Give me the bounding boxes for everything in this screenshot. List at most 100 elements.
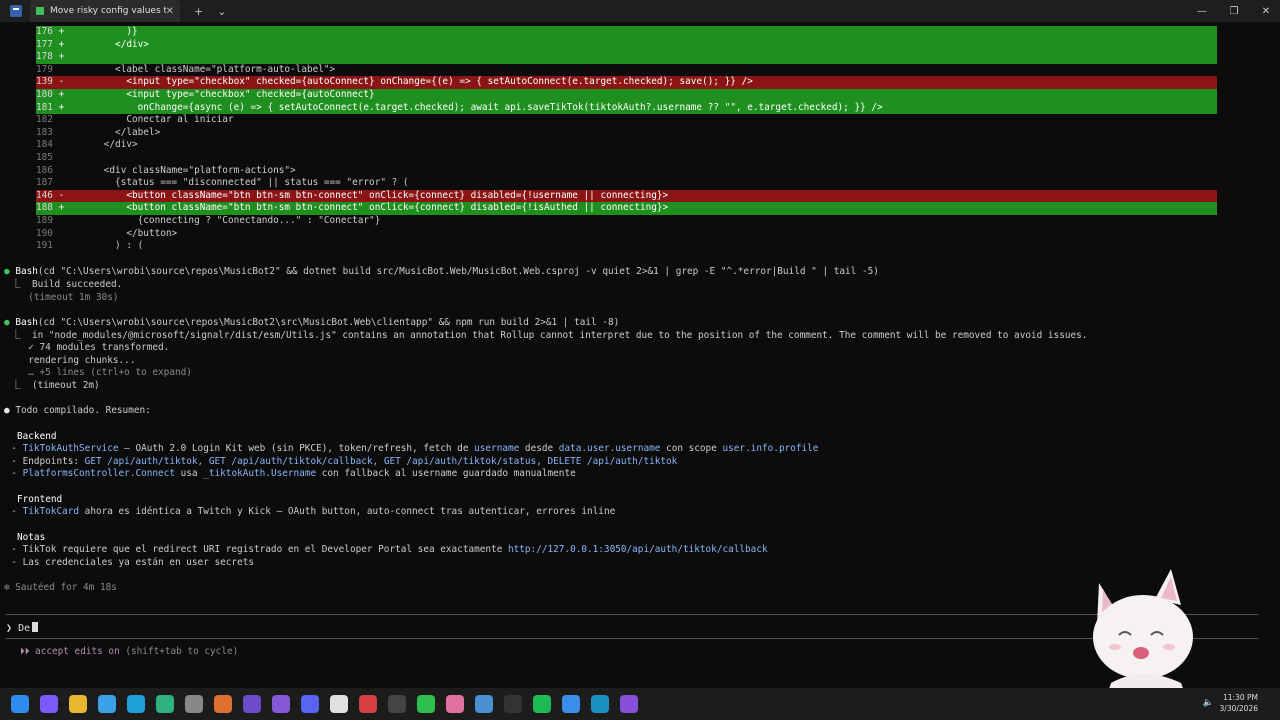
diff-marker <box>59 240 65 251</box>
code-ref: user.info.profile <box>722 443 819 454</box>
text-cursor <box>32 622 39 632</box>
settings-icon[interactable] <box>185 695 203 713</box>
diff-line-context: 184 </div> <box>36 139 1280 152</box>
divider <box>6 638 1258 639</box>
url-link[interactable]: http://127.0.0.1:3050/api/auth/tiktok/ca… <box>508 544 768 555</box>
diff-marker: + <box>58 89 65 100</box>
edge-beta-icon[interactable] <box>591 695 609 713</box>
notion-icon[interactable] <box>330 695 348 713</box>
diff-marker: + <box>58 26 65 37</box>
diff-line-context: 179 <label className="platform-auto-labe… <box>36 64 1280 77</box>
code-app-icon[interactable] <box>243 695 261 713</box>
system-clock[interactable]: 11:30 PM 3/30/2026 <box>1220 692 1258 714</box>
line-number: 182 <box>36 114 53 126</box>
diff-marker: - <box>58 76 65 88</box>
list-prefix: - <box>0 443 23 454</box>
diff-line-context: 183 </label> <box>36 127 1280 140</box>
line-number: 178 <box>36 51 53 63</box>
tab-active[interactable]: Move risky config values t ✕ <box>30 0 180 22</box>
close-window-button[interactable]: ✕ <box>1250 0 1280 22</box>
windows-start-icon[interactable] <box>11 695 29 713</box>
diff-line-context: 190 </button> <box>36 228 1280 241</box>
tab-status-icon <box>36 7 44 15</box>
spotify-icon[interactable] <box>533 695 551 713</box>
code-text: </label> <box>69 126 161 138</box>
code-text: Conectar al iniciar <box>69 114 234 126</box>
edge-icon[interactable] <box>127 695 145 713</box>
maximize-button[interactable]: ❐ <box>1218 0 1250 22</box>
devtools-icon[interactable] <box>475 695 493 713</box>
photos-icon[interactable] <box>562 695 580 713</box>
diff-line-context: 187 {status === "disconnected" || status… <box>36 177 1280 190</box>
bash-command: (cd "C:\Users\wrobi\source\repos\MusicBo… <box>37 317 620 328</box>
code-text: {connecting ? "Conectando..." : "Conecta… <box>69 215 381 226</box>
success-bullet-icon: ● <box>4 317 10 328</box>
diff-marker: + <box>58 101 65 113</box>
rs-app-icon[interactable] <box>359 695 377 713</box>
file-explorer-icon[interactable] <box>69 695 87 713</box>
tool-label: Bash <box>15 317 38 328</box>
github-icon[interactable] <box>388 695 406 713</box>
bash-output-line: ⎿ in "node_modules/@microsoft/signalr/di… <box>0 329 1088 341</box>
copilot-icon[interactable] <box>40 695 58 713</box>
list-item: - PlatformsController.Connect usa _tikto… <box>0 468 1280 481</box>
diff-marker: + <box>58 202 65 214</box>
diff-marker <box>59 228 65 239</box>
line-number: 188 <box>36 202 53 214</box>
new-tab-button[interactable]: + <box>194 5 203 18</box>
section-title: Backend <box>17 430 57 442</box>
diff-marker <box>59 64 65 75</box>
list-item: - Endpoints: GET /api/auth/tiktok, GET /… <box>0 456 1280 469</box>
diff-line-added: 188 + <button className="btn btn-sm btn-… <box>36 202 1217 215</box>
line-number: 183 <box>36 126 53 138</box>
visual-studio-icon[interactable] <box>272 695 290 713</box>
code-ref: data.user.username <box>558 443 661 454</box>
x-app-icon[interactable] <box>98 695 116 713</box>
volume-icon[interactable]: 🔈 <box>1203 698 1214 708</box>
code-ref: username <box>474 443 520 454</box>
bash-command: (cd "C:\Users\wrobi\source\repos\MusicBo… <box>37 266 879 277</box>
code-ref: GET /api/auth/tiktok, GET /api/auth/tikt… <box>84 455 678 467</box>
terminal-icon[interactable] <box>504 695 522 713</box>
list-prefix: - Endpoints: <box>0 455 85 467</box>
bash-output-line: (timeout 1m 30s) <box>0 291 119 303</box>
list-item: - TikTokAuthService — OAuth 2.0 Login Ki… <box>0 443 1280 456</box>
diff-marker <box>59 139 65 150</box>
play-app-icon[interactable] <box>417 695 435 713</box>
diff-line-context: 186 <div className="platform-actions"> <box>36 165 1280 178</box>
minimize-button[interactable]: — <box>1186 0 1218 22</box>
gift-app-icon[interactable] <box>446 695 464 713</box>
summary-intro: ● Todo compilado. Resumen: <box>4 405 1280 418</box>
list-text: usa <box>174 468 204 479</box>
list-text: ahora es idéntica a Twitch y Kick — OAut… <box>79 506 616 517</box>
code-text: </button> <box>69 227 178 239</box>
prompt-text: De <box>18 623 31 634</box>
list-prefix: - <box>0 506 23 517</box>
line-number: 184 <box>36 139 53 151</box>
clock-time: 11:30 PM <box>1223 693 1258 702</box>
diff-marker: + <box>58 38 65 50</box>
tab-close-button[interactable]: ✕ <box>166 6 174 17</box>
title-bar: Move risky config values t ✕ + ⌄ — ❐ ✕ <box>0 0 1280 22</box>
code-text: {status === "disconnected" || status ===… <box>69 177 409 189</box>
tab-dropdown-button[interactable]: ⌄ <box>217 5 226 18</box>
line-number: 146 <box>36 189 53 201</box>
obsidian-icon[interactable] <box>620 695 638 713</box>
bash-call-build: ● Bash(cd "C:\Users\wrobi\source\repos\M… <box>4 266 1280 279</box>
expand-hint[interactable]: … +5 lines (ctrl+o to expand) <box>0 367 1280 380</box>
list-text: - TikTok requiere que el redirect URI re… <box>0 544 508 555</box>
line-number: 179 <box>36 63 53 75</box>
diff-line-added: 180 + <input type="checkbox" checked={au… <box>36 89 1217 102</box>
code-text: <input type="checkbox" checked={autoConn… <box>69 89 375 100</box>
prompt-input[interactable]: ❯ De <box>6 622 39 634</box>
bash-output-line: ✓ 74 modules transformed. <box>0 342 170 353</box>
taskbar-icons <box>0 695 638 713</box>
discord-icon[interactable] <box>301 695 319 713</box>
terminal-icon <box>10 5 22 17</box>
edge-dev-icon[interactable] <box>156 695 174 713</box>
section-title: Notas <box>17 531 46 543</box>
line-number: 189 <box>36 215 53 226</box>
tf-app-icon[interactable] <box>214 695 232 713</box>
code-ref: _tiktokAuth.Username <box>203 468 317 479</box>
list-text: desde <box>519 443 559 454</box>
